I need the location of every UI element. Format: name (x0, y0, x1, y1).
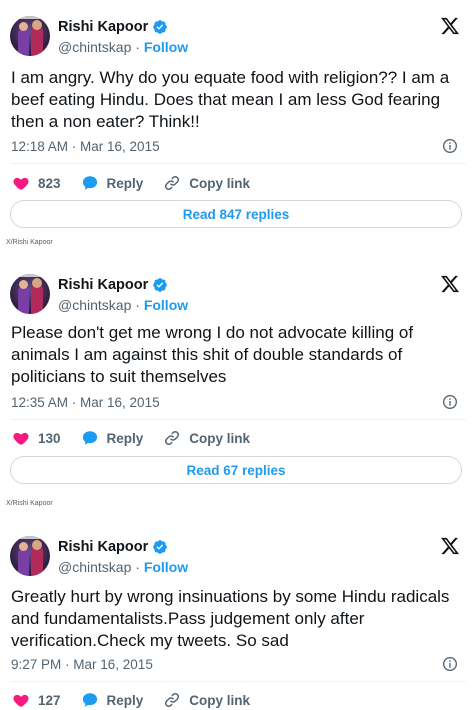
tweet-header: Rishi Kapoor @chintskap · Follow (10, 536, 466, 580)
divider (10, 681, 466, 682)
author-handle-row: @chintskap · Follow (58, 297, 188, 314)
tweet-actions: 130 Reply Copy link (12, 428, 270, 448)
handle-separator: · (131, 297, 144, 313)
author-name[interactable]: Rishi Kapoor (58, 539, 148, 555)
copy-link-button[interactable]: Copy link (163, 429, 250, 447)
heart-icon (13, 694, 29, 707)
like-button[interactable]: 127 (12, 691, 61, 709)
avatar[interactable] (10, 16, 50, 56)
divider (10, 163, 466, 164)
avatar[interactable] (10, 536, 50, 576)
link-icon (165, 175, 180, 191)
reply-bubble-icon (82, 693, 97, 707)
verified-badge-icon (153, 20, 168, 34)
copy-link-label: Copy link (189, 430, 251, 446)
follow-button[interactable]: Follow (144, 39, 188, 55)
tweet-card: Rishi Kapoor @chintskap · Follow Please … (0, 258, 476, 494)
read-replies-button[interactable]: Read 847 replies (10, 200, 462, 228)
author-name-row: Rishi Kapoor (58, 18, 168, 36)
tweet-timestamp[interactable]: 12:18 AM · Mar 16, 2015 (11, 139, 160, 154)
tweet-text: Please don't get me wrong I do not advoc… (11, 323, 414, 386)
follow-button[interactable]: Follow (144, 559, 188, 575)
handle-separator: · (131, 39, 144, 55)
copy-link-button[interactable]: Copy link (163, 174, 250, 192)
reply-button[interactable]: Reply (81, 691, 144, 709)
author-name[interactable]: Rishi Kapoor (58, 277, 148, 293)
tweet-actions: 127 Reply Copy link (12, 690, 270, 710)
image-credit: X/Rishi Kapoor (6, 239, 53, 246)
reply-bubble-icon (82, 176, 97, 190)
copy-link-label: Copy link (189, 175, 251, 191)
author-handle[interactable]: @chintskap (58, 297, 131, 313)
reply-label: Reply (106, 692, 144, 708)
author-name[interactable]: Rishi Kapoor (58, 19, 148, 35)
tweet-text: Greatly hurt by wrong insinuations by so… (11, 587, 450, 650)
tweet-timestamp[interactable]: 12:35 AM · Mar 16, 2015 (11, 395, 160, 410)
x-logo-icon[interactable] (440, 16, 460, 36)
reply-button[interactable]: Reply (81, 174, 144, 192)
verified-badge-icon (153, 540, 168, 554)
reply-button[interactable]: Reply (81, 429, 144, 447)
x-logo-icon[interactable] (440, 536, 460, 556)
copy-link-button[interactable]: Copy link (163, 691, 250, 709)
like-count: 130 (38, 430, 61, 446)
author-handle[interactable]: @chintskap (58, 559, 131, 575)
divider (10, 419, 466, 420)
like-button[interactable]: 130 (12, 429, 61, 447)
author-name-row: Rishi Kapoor (58, 276, 168, 294)
copy-link-label: Copy link (189, 692, 251, 708)
tweet-header: Rishi Kapoor @chintskap · Follow (10, 274, 466, 318)
info-icon[interactable] (442, 394, 458, 410)
verified-badge-icon (153, 278, 168, 292)
tweet-timestamp[interactable]: 9:27 PM · Mar 16, 2015 (11, 657, 153, 672)
handle-separator: · (131, 559, 144, 575)
link-icon (165, 692, 180, 708)
x-logo-icon[interactable] (440, 274, 460, 294)
info-icon[interactable] (442, 138, 458, 154)
avatar[interactable] (10, 274, 50, 314)
heart-icon (13, 432, 29, 445)
author-name-row: Rishi Kapoor (58, 538, 168, 556)
tweet-header: Rishi Kapoor @chintskap · Follow (10, 16, 466, 60)
reply-bubble-icon (82, 431, 97, 445)
reply-label: Reply (106, 175, 144, 191)
follow-button[interactable]: Follow (144, 297, 188, 313)
link-icon (165, 430, 180, 446)
like-button[interactable]: 823 (12, 174, 61, 192)
read-replies-button[interactable]: Read 67 replies (10, 456, 462, 484)
author-handle-row: @chintskap · Follow (58, 39, 188, 56)
like-count: 823 (38, 175, 61, 191)
tweet-actions: 823 Reply Copy link (12, 173, 270, 193)
tweet-card: Rishi Kapoor @chintskap · Follow Greatly… (0, 520, 476, 710)
image-credit: X/Rishi Kapoor (6, 500, 53, 507)
like-count: 127 (38, 692, 61, 708)
heart-icon (13, 177, 29, 190)
tweet-card: Rishi Kapoor @chintskap · Follow I am an… (0, 0, 476, 236)
author-handle[interactable]: @chintskap (58, 39, 131, 55)
tweet-text: I am angry. Why do you equate food with … (11, 68, 450, 131)
author-handle-row: @chintskap · Follow (58, 559, 188, 576)
reply-label: Reply (106, 430, 144, 446)
info-icon[interactable] (442, 656, 458, 672)
